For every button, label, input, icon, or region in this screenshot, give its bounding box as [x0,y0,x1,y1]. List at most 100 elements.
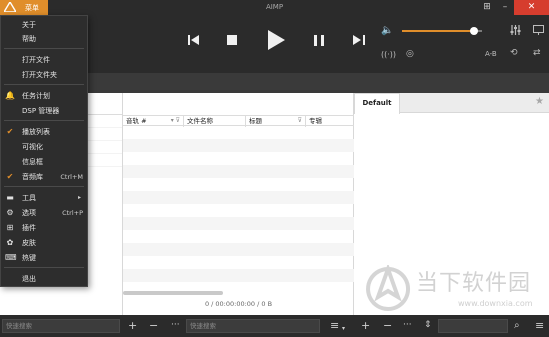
remove-files-icon[interactable]: − [383,318,392,333]
menu-item[interactable]: ✔ 音频库 Ctrl+M [1,170,87,184]
shuffle-icon[interactable]: ⇄ [533,48,541,58]
add-icon[interactable]: + [128,318,137,333]
playlist-menu-icon[interactable]: ≡ [535,318,544,333]
gear-icon: ⚙ [6,208,14,217]
volume-knob[interactable] [470,27,478,35]
menu-item-label: 选项 [22,209,36,217]
plugins-icon: ⊞ [6,223,14,232]
menu-item-label: 音频库 [22,173,43,181]
column-label: 专辑 [309,117,322,125]
menu-item-shortcut: Ctrl+P [62,209,83,217]
more-icon[interactable]: ··· [171,318,180,333]
menu-item[interactable]: 退出 [1,272,87,286]
menu-item-label: 插件 [22,224,36,232]
horizontal-scrollbar[interactable] [123,291,223,295]
table-row[interactable] [123,165,354,178]
playlist-column-header: 音轨 # ▾ ⊽ 文件名称 标题 ⊽ 专辑 [123,115,354,127]
volume-fill [402,30,474,32]
table-row[interactable] [123,152,354,165]
filter-icon[interactable]: ⊽ [298,116,302,126]
table-row[interactable] [123,243,354,256]
submenu-arrow-icon: ▸ [77,194,81,201]
record-icon[interactable]: ◎ [406,49,414,59]
menu-item-label: 热键 [22,254,36,262]
sort-icon[interactable]: ⇕ [424,318,432,333]
column-label: 标题 [249,117,262,125]
menu-item[interactable]: 关于 [1,18,87,32]
menu-item[interactable]: DSP 管理器 [1,104,87,118]
radio-icon[interactable]: ((·)) [381,50,396,59]
equalizer-icon[interactable] [510,25,521,38]
table-row[interactable] [123,204,354,217]
next-icon[interactable] [352,33,366,47]
keyboard-icon: ⌨ [5,253,17,262]
table-row[interactable] [123,269,354,282]
menu-item-label: DSP 管理器 [22,107,60,115]
toolbox-icon: ▬ [6,193,14,202]
star-icon[interactable]: ★ [535,96,544,107]
bottom-toolbar: 快速搜索 + − ··· 快速搜索 ≡ ▾ + − ··· ⇕ ⌕ ≡ [0,315,549,337]
table-row[interactable] [123,217,354,230]
menu-item[interactable]: 信息框 [1,155,87,169]
stop-icon[interactable] [226,34,238,46]
menu-item[interactable]: 打开文件夹 [1,68,87,82]
menu-item[interactable]: 可视化 [1,140,87,154]
table-row[interactable] [123,139,354,152]
playlist-search-input[interactable]: 快速搜索 [186,319,320,333]
menu-item-label: 帮助 [22,35,36,43]
play-icon[interactable] [266,29,286,51]
library-search-input[interactable]: 快速搜索 [2,319,120,333]
menu-item-label: 打开文件 [22,56,50,64]
tab-default[interactable]: Default [354,93,400,114]
menu-item[interactable]: ⊞ 插件 [1,221,87,235]
menu-item[interactable]: ⚙ 选项 Ctrl+P [1,206,87,220]
menu-item[interactable]: ⌨ 热键 [1,251,87,265]
menu-item[interactable]: 帮助 [1,32,87,46]
menu-item[interactable]: ✿ 皮肤 [1,236,87,250]
table-row[interactable] [123,191,354,204]
table-row[interactable] [123,230,354,243]
ab-repeat-label[interactable]: A-B [485,50,497,58]
table-row[interactable] [123,256,354,269]
table-row[interactable] [123,178,354,191]
menu-item-label: 可视化 [22,143,43,151]
menu-item-label: 信息框 [22,158,43,166]
list-menu-icon[interactable]: ≡ [330,318,339,333]
more-icon[interactable]: ··· [403,318,412,333]
menu-separator [4,48,84,49]
playlist-tabs: Default ★ [354,93,549,114]
volume-icon[interactable]: 🔈 [381,25,393,36]
search-icon[interactable]: ⌕ [514,318,520,333]
playlist-status: 0 / 00:00:00:00 / 0 B [204,300,273,308]
screen-icon[interactable] [533,25,544,38]
close-icon[interactable]: ✕ [514,0,549,15]
mini-mode-icon[interactable]: ⊞ [478,0,496,15]
playlist-grid: 音轨 # ▾ ⊽ 文件名称 标题 ⊽ 专辑 0 / 00:00:00:00 / … [123,93,354,315]
menu-separator [4,267,84,268]
menu-item-label: 皮肤 [22,239,36,247]
pause-icon[interactable] [313,34,325,46]
add-files-icon[interactable]: + [361,318,370,333]
table-row[interactable] [123,126,354,139]
menu-item[interactable]: 打开文件 [1,53,87,67]
volume-slider[interactable] [402,27,482,35]
menu-item[interactable]: ▬ 工具 ▸ [1,191,87,205]
quick-search-box[interactable] [438,319,508,333]
remove-icon[interactable]: − [149,318,158,333]
menu-item-label: 播放列表 [22,128,50,136]
prev-icon[interactable] [187,33,201,47]
menu-separator [4,186,84,187]
menu-item-label: 打开文件夹 [22,71,57,79]
window-title: AIMP [265,3,284,11]
menu-separator [4,120,84,121]
menu-item[interactable]: 🔔 任务计划 [1,89,87,103]
column-label: 音轨 # [126,117,147,125]
filter-icon[interactable]: ▾ ⊽ [171,116,180,126]
menu-item[interactable]: ✔ 播放列表 [1,125,87,139]
repeat-icon[interactable]: ⟲ [510,48,518,58]
menu-item-label: 工具 [22,194,36,202]
watermark: 当下软件园 www.downxia.com [364,263,549,315]
chevron-down-icon[interactable]: ▾ [342,321,345,336]
menu-item-label: 退出 [22,275,36,283]
minimize-icon[interactable]: – [496,0,514,15]
